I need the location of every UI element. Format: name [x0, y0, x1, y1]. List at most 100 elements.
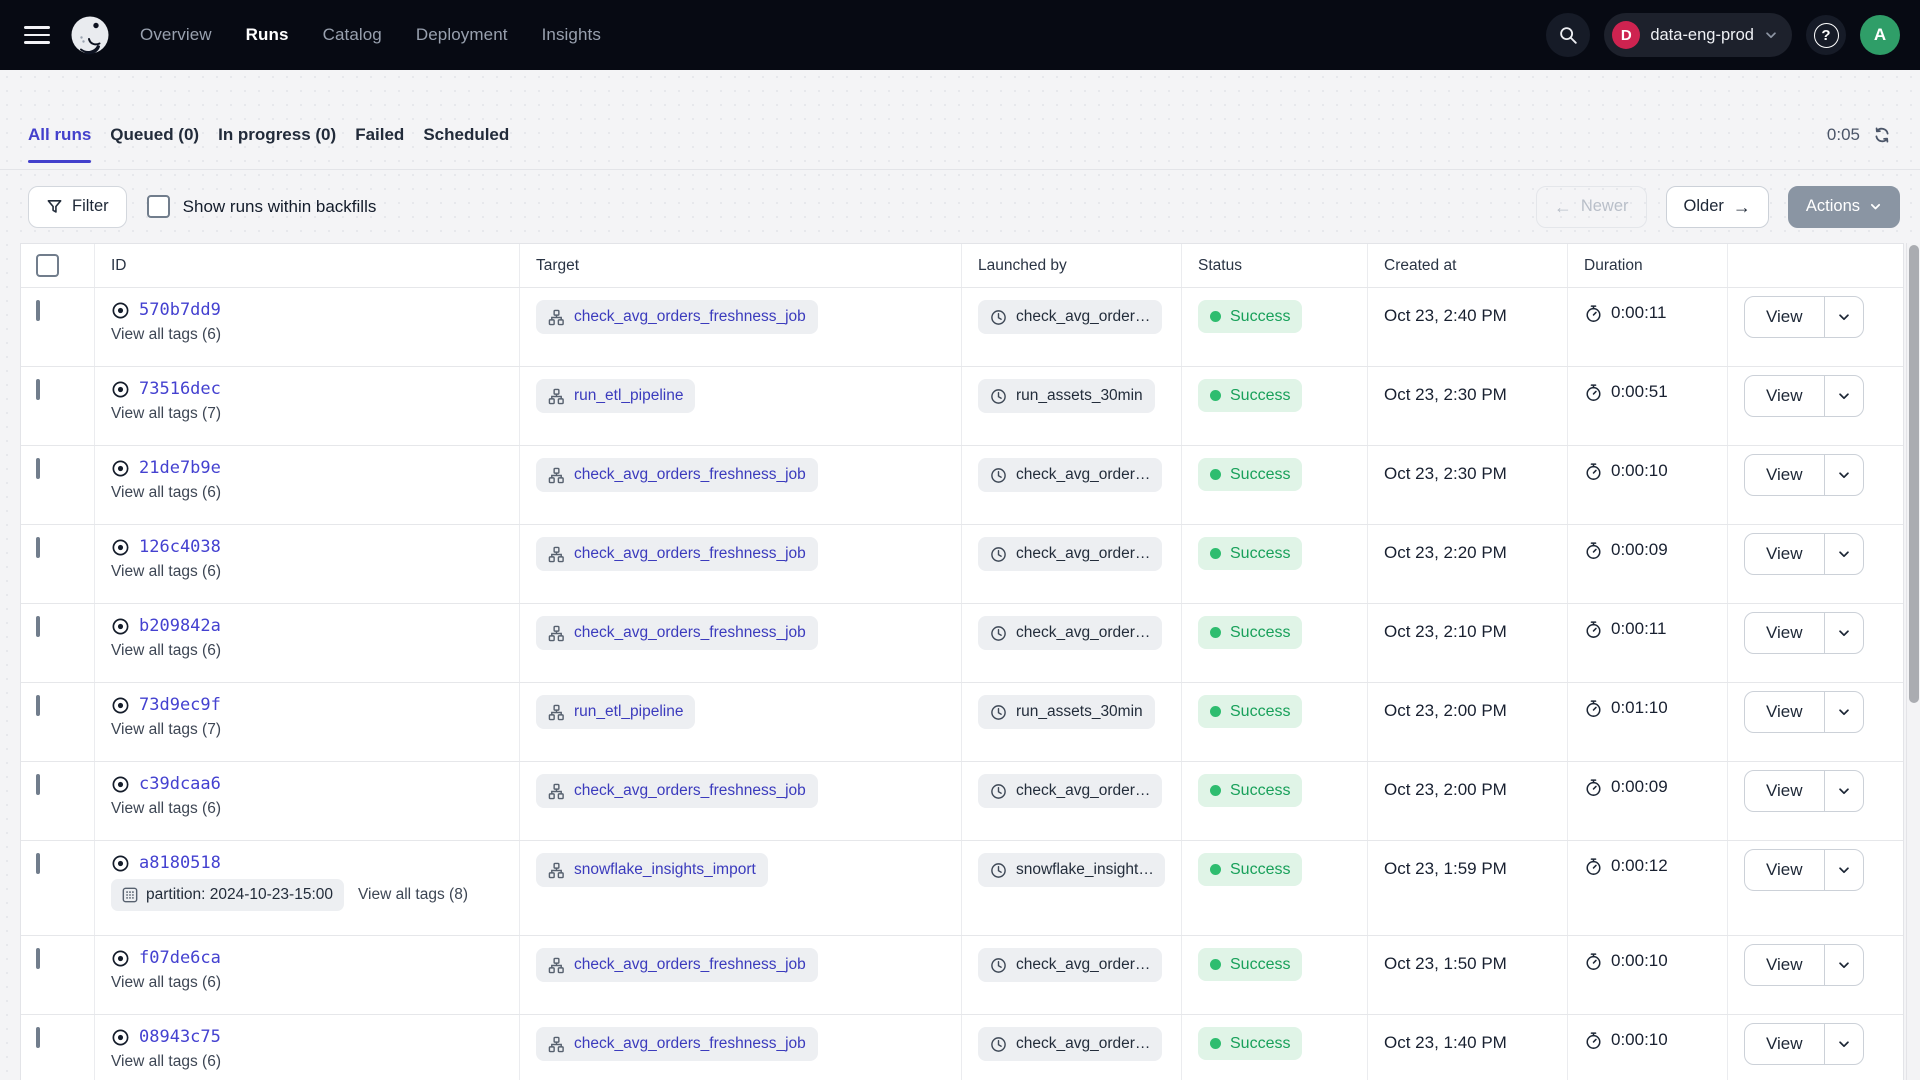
target-chip[interactable]: check_avg_orders_freshness_job [536, 1027, 818, 1061]
column-header-status: Status [1182, 244, 1368, 287]
view-dropdown-button[interactable] [1824, 455, 1863, 495]
row-checkbox[interactable] [36, 774, 40, 795]
view-dropdown-button[interactable] [1824, 534, 1863, 574]
tab-all-runs[interactable]: All runs [28, 125, 91, 145]
view-all-tags-link[interactable]: View all tags (7) [111, 721, 221, 739]
refresh-icon[interactable] [1872, 125, 1892, 145]
launched-by-chip[interactable]: check_avg_order… [978, 300, 1162, 334]
view-button[interactable]: View [1745, 297, 1824, 337]
nav-link-overview[interactable]: Overview [140, 25, 212, 45]
launched-by-chip[interactable]: check_avg_order… [978, 537, 1162, 571]
run-id-link[interactable]: 21de7b9e [139, 458, 221, 478]
nav-link-deployment[interactable]: Deployment [416, 25, 508, 45]
scrollbar-thumb[interactable] [1909, 245, 1919, 703]
view-all-tags-link[interactable]: View all tags (6) [111, 642, 221, 660]
view-button[interactable]: View [1745, 455, 1824, 495]
tab-in-progress-0[interactable]: In progress (0) [218, 125, 336, 145]
view-dropdown-button[interactable] [1824, 613, 1863, 653]
launched-by-chip[interactable]: check_avg_order… [978, 458, 1162, 492]
launched-by-chip[interactable]: check_avg_order… [978, 616, 1162, 650]
row-checkbox[interactable] [36, 616, 40, 637]
target-chip[interactable]: run_etl_pipeline [536, 379, 695, 413]
actions-button[interactable]: Actions [1788, 186, 1900, 228]
help-button[interactable] [1806, 15, 1846, 55]
status-dot-icon [1210, 390, 1221, 401]
view-button[interactable]: View [1745, 376, 1824, 416]
target-chip[interactable]: check_avg_orders_freshness_job [536, 458, 818, 492]
scrollbar-track[interactable] [1906, 243, 1920, 1080]
nav-link-catalog[interactable]: Catalog [323, 25, 382, 45]
view-all-tags-link[interactable]: View all tags (8) [358, 886, 468, 904]
view-button[interactable]: View [1745, 692, 1824, 732]
view-dropdown-button[interactable] [1824, 771, 1863, 811]
row-checkbox[interactable] [36, 379, 40, 400]
newer-button[interactable]: ← Newer [1536, 186, 1647, 228]
view-button[interactable]: View [1745, 945, 1824, 985]
hamburger-menu-icon[interactable] [24, 26, 50, 44]
view-dropdown-button[interactable] [1824, 1024, 1863, 1064]
avatar[interactable]: A [1860, 15, 1900, 55]
older-button[interactable]: Older → [1666, 186, 1769, 228]
view-all-tags-link[interactable]: View all tags (6) [111, 563, 221, 581]
dagster-logo-icon[interactable] [68, 13, 112, 57]
run-id-link[interactable]: 73516dec [139, 379, 221, 399]
row-checkbox[interactable] [36, 853, 40, 874]
run-id-link[interactable]: 08943c75 [139, 1027, 221, 1047]
launched-by-chip[interactable]: snowflake_insight… [978, 853, 1165, 887]
target-chip[interactable]: run_etl_pipeline [536, 695, 695, 729]
view-all-tags-link[interactable]: View all tags (6) [111, 974, 221, 992]
view-dropdown-button[interactable] [1824, 376, 1863, 416]
run-id-link[interactable]: b209842a [139, 616, 221, 636]
row-checkbox[interactable] [36, 948, 40, 969]
partition-chip[interactable]: partition: 2024-10-23-15:00 [111, 879, 344, 911]
show-backfills-checkbox[interactable] [147, 195, 170, 218]
stopwatch-icon [1584, 952, 1603, 971]
nav-link-insights[interactable]: Insights [542, 25, 601, 45]
view-dropdown-button[interactable] [1824, 297, 1863, 337]
view-all-tags-link[interactable]: View all tags (7) [111, 405, 221, 423]
run-id-link[interactable]: 570b7dd9 [139, 300, 221, 320]
target-chip[interactable]: check_avg_orders_freshness_job [536, 616, 818, 650]
launched-by-chip[interactable]: run_assets_30min [978, 379, 1155, 413]
row-checkbox[interactable] [36, 1027, 40, 1048]
view-all-tags-link[interactable]: View all tags (6) [111, 484, 221, 502]
run-id-link[interactable]: a8180518 [139, 853, 221, 873]
view-button[interactable]: View [1745, 1024, 1824, 1064]
deployment-switcher[interactable]: D data-eng-prod [1604, 13, 1792, 57]
launched-by-chip[interactable]: run_assets_30min [978, 695, 1155, 729]
view-button[interactable]: View [1745, 534, 1824, 574]
launched-by-chip[interactable]: check_avg_order… [978, 774, 1162, 808]
search-button[interactable] [1546, 13, 1590, 57]
row-checkbox[interactable] [36, 300, 40, 321]
view-button[interactable]: View [1745, 613, 1824, 653]
row-checkbox[interactable] [36, 537, 40, 558]
launched-by-chip[interactable]: check_avg_order… [978, 1027, 1162, 1061]
target-chip[interactable]: check_avg_orders_freshness_job [536, 537, 818, 571]
target-chip[interactable]: snowflake_insights_import [536, 853, 768, 887]
target-chip[interactable]: check_avg_orders_freshness_job [536, 774, 818, 808]
run-id-link[interactable]: 126c4038 [139, 537, 221, 557]
view-all-tags-link[interactable]: View all tags (6) [111, 800, 221, 818]
view-all-tags-link[interactable]: View all tags (6) [111, 1053, 221, 1071]
run-id-link[interactable]: c39dcaa6 [139, 774, 221, 794]
target-chip[interactable]: check_avg_orders_freshness_job [536, 948, 818, 982]
view-dropdown-button[interactable] [1824, 692, 1863, 732]
select-all-checkbox[interactable] [36, 254, 59, 277]
nav-link-runs[interactable]: Runs [246, 25, 289, 45]
tab-failed[interactable]: Failed [355, 125, 404, 145]
view-dropdown-button[interactable] [1824, 850, 1863, 890]
view-dropdown-button[interactable] [1824, 945, 1863, 985]
row-checkbox[interactable] [36, 695, 40, 716]
run-id-link[interactable]: f07de6ca [139, 948, 221, 968]
launched-by-chip[interactable]: check_avg_order… [978, 948, 1162, 982]
view-button[interactable]: View [1745, 850, 1824, 890]
row-checkbox[interactable] [36, 458, 40, 479]
tab-scheduled[interactable]: Scheduled [423, 125, 509, 145]
view-all-tags-link[interactable]: View all tags (6) [111, 326, 221, 344]
run-id-link[interactable]: 73d9ec9f [139, 695, 221, 715]
filter-button[interactable]: Filter [28, 186, 127, 228]
status-label: Success [1230, 545, 1290, 563]
tab-queued-0[interactable]: Queued (0) [110, 125, 199, 145]
target-chip[interactable]: check_avg_orders_freshness_job [536, 300, 818, 334]
view-button[interactable]: View [1745, 771, 1824, 811]
